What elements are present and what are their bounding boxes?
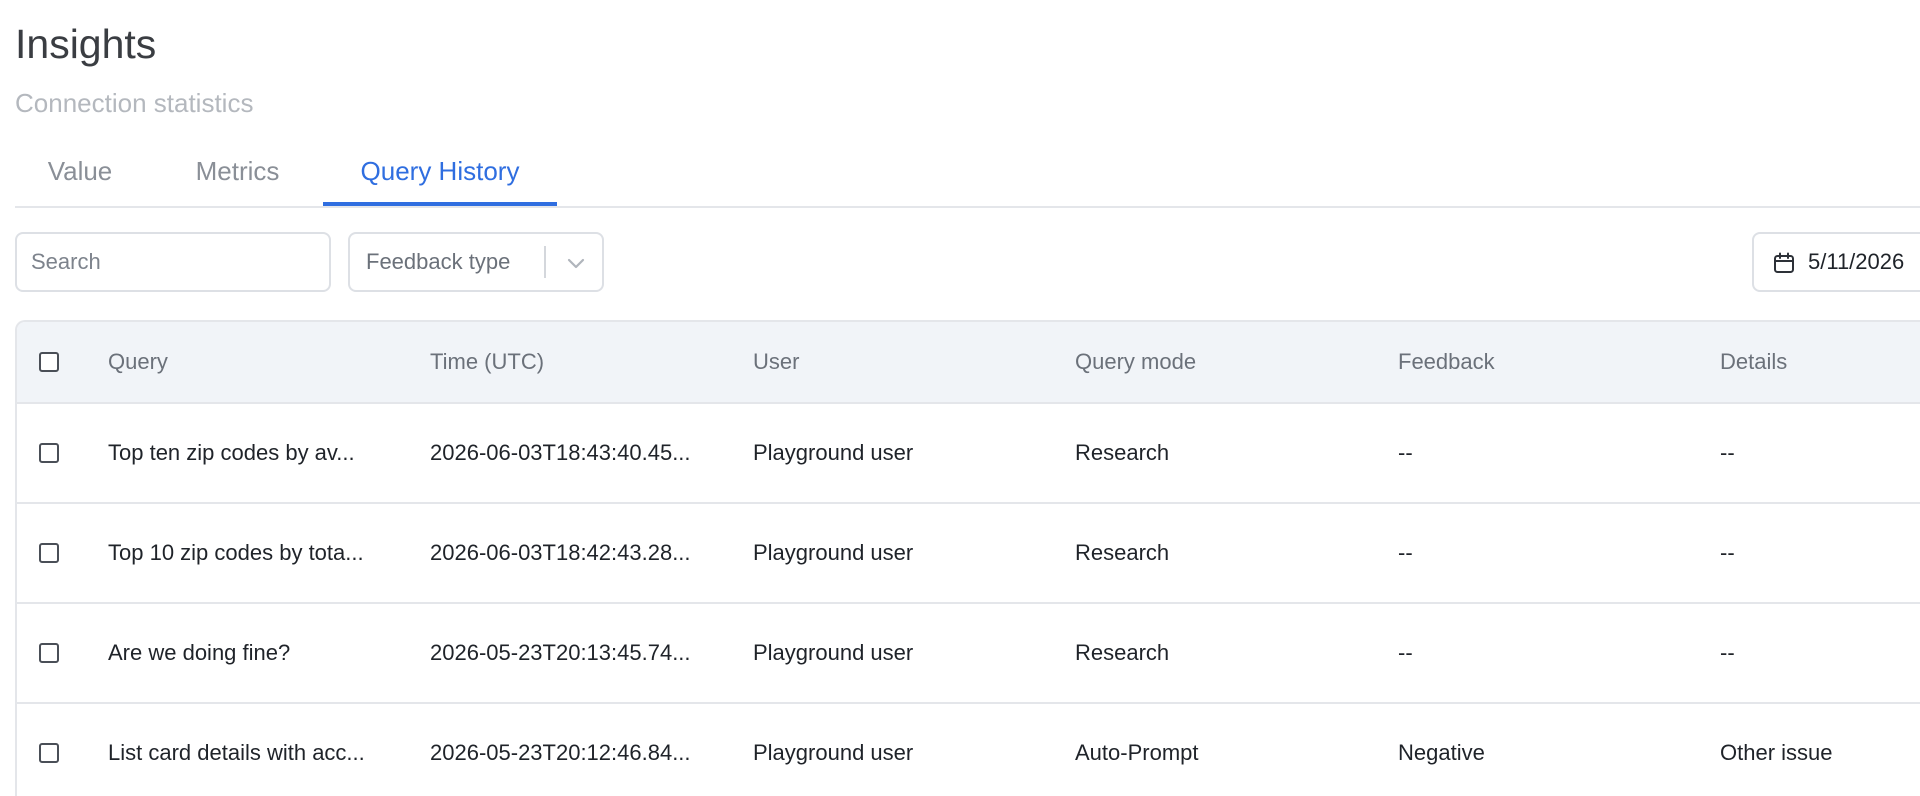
column-header-query-mode[interactable]: Query mode [1075,322,1196,402]
tab-query-history[interactable]: Query History [323,148,557,206]
table-header-row: Query Time (UTC) User Query mode Feedbac… [17,322,1920,402]
feedback-type-placeholder: Feedback type [366,249,511,274]
cell-query-mode: Research [1075,640,1170,665]
row-checkbox[interactable] [39,743,59,763]
table-row[interactable]: List card details with acc... 2026-05-23… [17,702,1920,796]
search-input[interactable] [15,232,331,292]
page-subtitle: Connection statistics [15,88,254,118]
cell-query-mode: Research [1075,440,1170,465]
cell-details: -- [1720,540,1735,565]
cell-feedback: -- [1398,540,1413,565]
insights-page: Insights Connection statistics Value Met… [0,0,1920,796]
select-all-checkbox[interactable] [39,352,59,372]
column-header-time[interactable]: Time (UTC) [430,322,544,402]
feedback-type-select[interactable]: Feedback type [348,232,604,292]
cell-query: Are we doing fine? [108,640,291,665]
tab-value[interactable]: Value [40,148,120,206]
column-header-feedback[interactable]: Feedback [1398,322,1495,402]
cell-time: 2026-05-23T20:12:46.84... [430,740,691,765]
cell-details: -- [1720,640,1735,665]
tab-metrics[interactable]: Metrics [180,148,295,206]
select-separator [544,246,546,278]
cell-time: 2026-05-23T20:13:45.74... [430,640,691,665]
table-row[interactable]: Top ten zip codes by av... 2026-06-03T18… [17,402,1920,502]
cell-query: Top 10 zip codes by tota... [108,540,364,565]
cell-user: Playground user [753,740,914,765]
cell-details: -- [1720,440,1735,465]
cell-query: Top ten zip codes by av... [108,440,355,465]
table-row[interactable]: Are we doing fine? 2026-05-23T20:13:45.7… [17,602,1920,702]
table-row[interactable]: Top 10 zip codes by tota... 2026-06-03T1… [17,502,1920,602]
cell-user: Playground user [753,640,914,665]
column-header-user[interactable]: User [753,322,799,402]
cell-time: 2026-06-03T18:42:43.28... [430,540,691,565]
tab-bar: Value Metrics Query History [15,148,1920,208]
row-checkbox[interactable] [39,443,59,463]
cell-feedback: -- [1398,640,1413,665]
cell-query-mode: Research [1075,540,1170,565]
cell-user: Playground user [753,440,914,465]
cell-feedback: Negative [1398,740,1485,765]
column-header-query[interactable]: Query [108,322,168,402]
cell-time: 2026-06-03T18:43:40.45... [430,440,691,465]
page-title: Insights [15,21,157,67]
query-history-table: Query Time (UTC) User Query mode Feedbac… [15,320,1920,796]
column-header-details[interactable]: Details [1720,322,1787,402]
cell-user: Playground user [753,540,914,565]
cell-details: Other issue [1720,740,1833,765]
row-checkbox[interactable] [39,643,59,663]
cell-query: List card details with acc... [108,740,365,765]
chevron-down-icon [567,258,585,269]
date-value: 5/11/2026 [1808,249,1905,274]
date-range-picker[interactable]: 5/11/2026 [1752,232,1920,292]
row-checkbox[interactable] [39,543,59,563]
cell-feedback: -- [1398,440,1413,465]
cell-query-mode: Auto-Prompt [1075,740,1199,765]
calendar-icon [1774,252,1794,273]
